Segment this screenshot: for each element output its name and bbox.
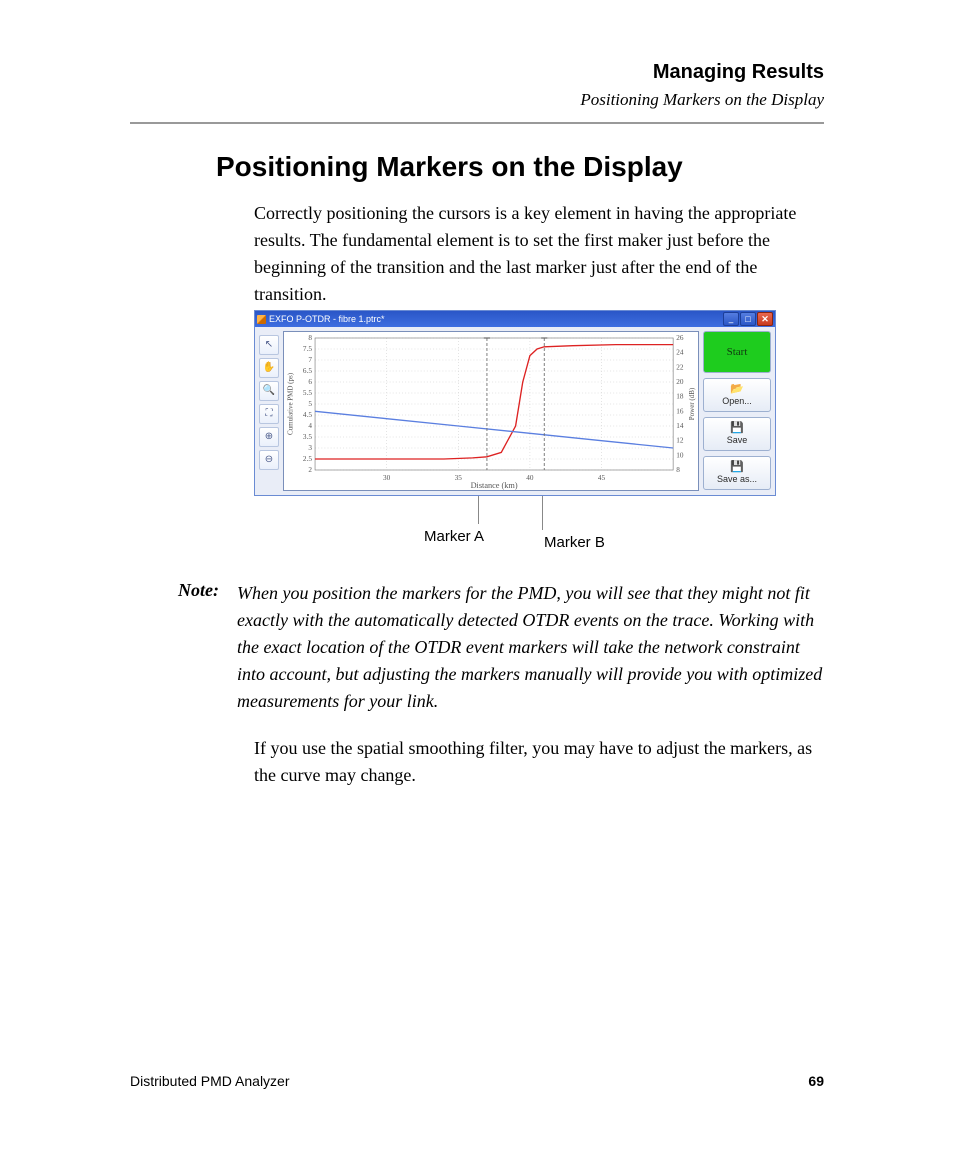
header-rule [130,122,824,124]
svg-text:14: 14 [676,422,684,430]
svg-text:6: 6 [308,378,312,386]
save-as-icon: 💾 [730,462,744,473]
save-as-button[interactable]: 💾Save as... [703,456,771,490]
svg-text:16: 16 [676,407,684,415]
svg-text:45: 45 [598,474,606,482]
svg-text:40: 40 [526,474,534,482]
zoom-in-icon[interactable]: ⊕ [259,427,279,447]
svg-text:8: 8 [308,334,312,342]
callout-line-b [542,496,543,530]
svg-text:12: 12 [676,437,684,445]
running-head-section: Positioning Markers on the Display [580,90,824,110]
hand-icon[interactable]: ✋ [259,358,279,378]
svg-text:Power (dB): Power (dB) [688,387,696,420]
zoom-icon[interactable]: 🔍 [259,381,279,401]
window-titlebar: EXFO P-OTDR - fibre 1.ptrc* _ □ ✕ [255,311,775,327]
page-title: Positioning Markers on the Display [216,150,683,184]
svg-text:Cumulative PMD (ps): Cumulative PMD (ps) [286,372,294,435]
svg-text:20: 20 [676,378,684,386]
svg-text:22: 22 [676,363,684,371]
svg-text:5: 5 [308,400,312,408]
note-block: Note: When you position the markers for … [178,580,824,715]
svg-text:18: 18 [676,393,684,401]
screenshot-figure: EXFO P-OTDR - fibre 1.ptrc* _ □ ✕ ↖ ✋ 🔍 … [254,310,776,556]
svg-text:2: 2 [308,466,312,474]
trace-chart[interactable]: 2 2.5 3 3.5 4 4.5 5 5.5 6 6.5 7 7.5 8 8 10 12 14 16 18 20 22… [283,331,699,491]
right-sidebar: Start 📂Open... 💾Save 💾Save as... [703,331,771,491]
svg-text:30: 30 [383,474,391,482]
svg-text:8: 8 [676,466,680,474]
callout-marker-a: Marker A [424,528,484,545]
start-button[interactable]: Start [703,331,771,373]
left-toolbar: ↖ ✋ 🔍 ⛶ ⊕ ⊖ [259,331,279,491]
zoom-out-icon[interactable]: ⊖ [259,450,279,470]
page-footer: Distributed PMD Analyzer 69 [130,1073,824,1089]
svg-text:10: 10 [676,451,684,459]
svg-text:7: 7 [308,356,312,364]
svg-text:4.5: 4.5 [303,411,312,419]
minimize-button[interactable]: _ [723,312,739,326]
save-button[interactable]: 💾Save [703,417,771,451]
note-label: Note: [178,580,219,715]
callout-line-a [478,496,479,524]
callout-marker-b: Marker B [544,534,605,551]
app-window: EXFO P-OTDR - fibre 1.ptrc* _ □ ✕ ↖ ✋ 🔍 … [254,310,776,496]
folder-open-icon: 📂 [730,384,744,395]
pointer-icon[interactable]: ↖ [259,335,279,355]
window-title: EXFO P-OTDR - fibre 1.ptrc* [269,314,385,324]
svg-text:35: 35 [455,474,463,482]
svg-text:24: 24 [676,349,684,357]
svg-text:26: 26 [676,334,684,342]
close-button[interactable]: ✕ [757,312,773,326]
note-text: When you position the markers for the PM… [237,580,824,715]
svg-text:3.5: 3.5 [303,433,312,441]
maximize-button[interactable]: □ [740,312,756,326]
svg-text:4: 4 [308,422,312,430]
svg-text:Distance (km): Distance (km) [471,481,518,490]
open-button[interactable]: 📂Open... [703,378,771,412]
running-head-chapter: Managing Results [580,60,824,84]
zoom-window-icon[interactable]: ⛶ [259,404,279,424]
svg-text:6.5: 6.5 [303,367,312,375]
svg-text:7.5: 7.5 [303,345,312,353]
intro-paragraph: Correctly positioning the cursors is a k… [254,200,824,308]
app-icon [257,315,266,324]
svg-text:2.5: 2.5 [303,455,312,463]
save-icon: 💾 [730,423,744,434]
footer-page: 69 [808,1073,824,1089]
svg-text:5.5: 5.5 [303,389,312,397]
footer-product: Distributed PMD Analyzer [130,1073,290,1089]
svg-text:3: 3 [308,444,312,452]
after-note-paragraph: If you use the spatial smoothing filter,… [254,735,824,789]
